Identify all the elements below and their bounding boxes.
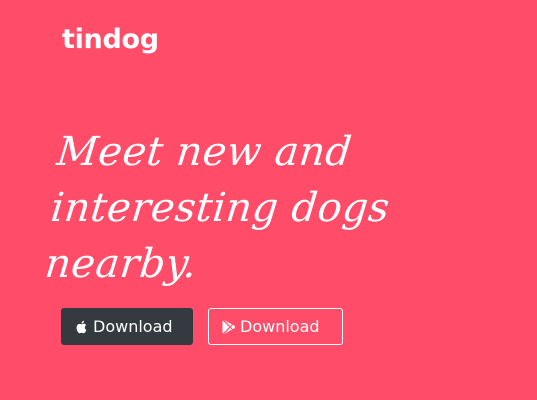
headline-line: Meet new and	[54, 129, 355, 175]
hero-headline: Meet new and interesting dogs nearby.	[42, 124, 500, 292]
apple-icon	[74, 319, 88, 335]
apple-download-button[interactable]: Download	[61, 308, 193, 345]
brand-logo[interactable]: tindog	[62, 24, 159, 56]
headline-line: nearby.	[42, 241, 200, 287]
headline-line: interesting dogs	[48, 185, 392, 231]
apple-download-label: Download	[93, 317, 173, 336]
hero-section: Meet new and interesting dogs nearby.	[43, 124, 500, 292]
download-buttons: Download Download	[61, 308, 343, 345]
google-play-download-label: Download	[240, 317, 320, 336]
navbar: tindog	[62, 24, 159, 56]
google-play-icon	[221, 319, 235, 335]
google-play-download-button[interactable]: Download	[208, 308, 343, 345]
